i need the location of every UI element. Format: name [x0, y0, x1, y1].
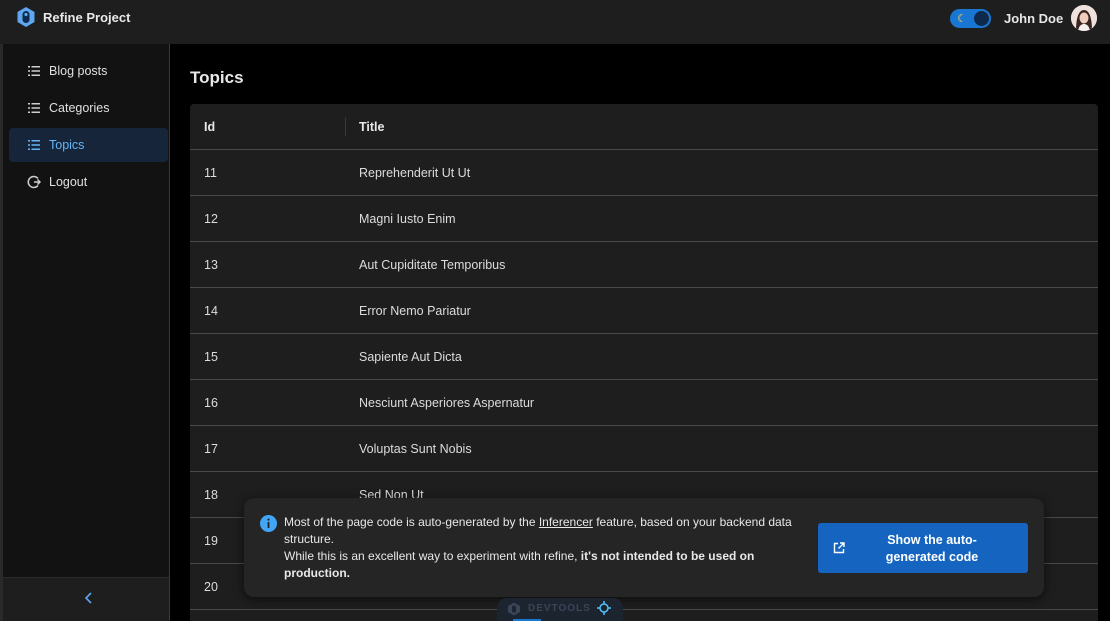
show-auto-generated-code-button[interactable]: Show the auto-generated code [818, 523, 1028, 573]
cell-title: Voluptas Sunt Nobis [359, 442, 472, 456]
cell-title: Error Nemo Pariatur [359, 304, 471, 318]
table-row[interactable]: 14 Error Nemo Pariatur [190, 288, 1098, 334]
notice-text: Most of the page code is auto-generated … [284, 514, 814, 582]
column-header-title[interactable]: Title [359, 120, 384, 134]
notice-text-1: Most of the page code is auto-generated … [284, 515, 539, 529]
table-row[interactable]: 16 Nesciunt Asperiores Aspernatur [190, 380, 1098, 426]
cell-id: 20 [204, 580, 218, 594]
cell-id: 19 [204, 534, 218, 548]
external-link-icon [833, 542, 845, 554]
info-icon [260, 515, 277, 532]
table-row[interactable]: 11 Reprehenderit Ut Ut [190, 150, 1098, 196]
notice-text-3: While this is an excellent way to experi… [284, 549, 581, 563]
list-icon [28, 140, 40, 150]
table-row[interactable]: 15 Sapiente Aut Dicta [190, 334, 1098, 380]
sidebar-item-label: Categories [49, 101, 110, 115]
column-separator[interactable] [345, 118, 346, 136]
refine-logo-icon [17, 7, 35, 27]
cell-id: 14 [204, 304, 218, 318]
page-title: Topics [190, 68, 244, 87]
table-row[interactable]: 17 Voluptas Sunt Nobis [190, 426, 1098, 472]
sidebar: Blog posts Categories Topics Logout [0, 44, 170, 621]
sidebar-item-logout[interactable]: Logout [9, 165, 168, 199]
theme-toggle[interactable]: ☾ [950, 9, 991, 28]
cell-title: Nesciunt Asperiores Aspernatur [359, 396, 535, 410]
table-row[interactable]: 13 Aut Cupiditate Temporibus [190, 242, 1098, 288]
chevron-left-icon [84, 592, 92, 604]
cell-id: 15 [204, 350, 218, 364]
avatar-image [1071, 5, 1097, 31]
cell-id: 17 [204, 442, 218, 456]
crosshair-icon[interactable] [597, 601, 611, 615]
toggle-knob [974, 11, 989, 26]
moon-icon: ☾ [957, 13, 967, 25]
refine-devtools-logo-icon [508, 602, 520, 616]
inferencer-link[interactable]: Inferencer [539, 515, 593, 529]
sidebar-item-blog-posts[interactable]: Blog posts [9, 54, 168, 88]
app-header: Refine Project ☾ John Doe [0, 0, 1110, 44]
devtools-label: DEVTOOLS [528, 603, 591, 614]
table-row[interactable]: 12 Magni Iusto Enim [190, 196, 1098, 242]
devtools-panel[interactable]: DEVTOOLS [497, 598, 623, 621]
cell-title: Sapiente Aut Dicta [359, 350, 462, 364]
sidebar-item-topics[interactable]: Topics [9, 128, 168, 162]
cell-id: 18 [204, 488, 218, 502]
logout-icon [27, 175, 41, 189]
cell-title: Magni Iusto Enim [359, 212, 456, 226]
sidebar-item-label: Topics [49, 138, 85, 152]
sidebar-item-categories[interactable]: Categories [9, 91, 168, 125]
table-header: Id Title [190, 104, 1098, 150]
avatar[interactable] [1071, 5, 1097, 31]
brand[interactable]: Refine Project [16, 6, 130, 28]
sidebar-item-label: Logout [49, 175, 88, 189]
cell-title: Reprehenderit Ut Ut [359, 166, 471, 180]
button-label: Show the auto-generated code [885, 533, 979, 564]
inferencer-notice: Most of the page code is auto-generated … [244, 498, 1044, 597]
brand-name: Refine Project [43, 9, 131, 25]
cell-id: 11 [204, 166, 217, 180]
cell-id: 13 [204, 258, 218, 272]
cell-id: 16 [204, 396, 218, 410]
list-icon [28, 66, 40, 76]
sidebar-item-label: Blog posts [49, 64, 108, 78]
sidebar-collapse-button[interactable] [3, 577, 169, 621]
column-header-id[interactable]: Id [204, 120, 215, 134]
list-icon [28, 103, 40, 113]
cell-title: Aut Cupiditate Temporibus [359, 258, 506, 272]
cell-id: 12 [204, 212, 218, 226]
user-name: John Doe [1004, 11, 1064, 26]
